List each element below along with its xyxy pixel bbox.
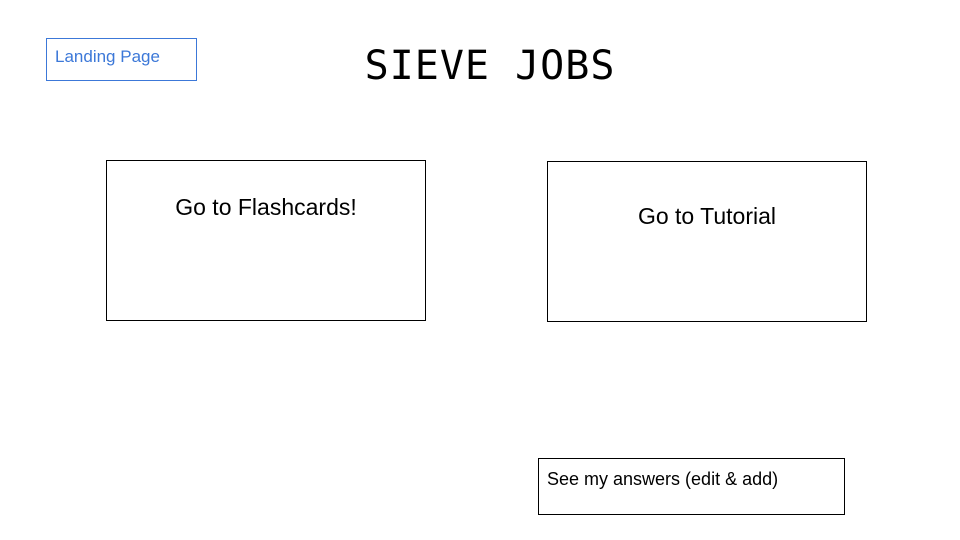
see-my-answers-button[interactable]: See my answers (edit & add): [538, 458, 845, 515]
go-to-flashcards-button[interactable]: Go to Flashcards!: [106, 160, 426, 321]
go-to-tutorial-label: Go to Tutorial: [637, 203, 777, 229]
app-title: SIEVE JOBS: [364, 43, 616, 89]
go-to-tutorial-button[interactable]: Go to Tutorial: [547, 161, 867, 322]
go-to-flashcards-label: Go to Flashcards!: [175, 194, 357, 220]
see-my-answers-label: See my answers (edit & add): [547, 469, 779, 489]
